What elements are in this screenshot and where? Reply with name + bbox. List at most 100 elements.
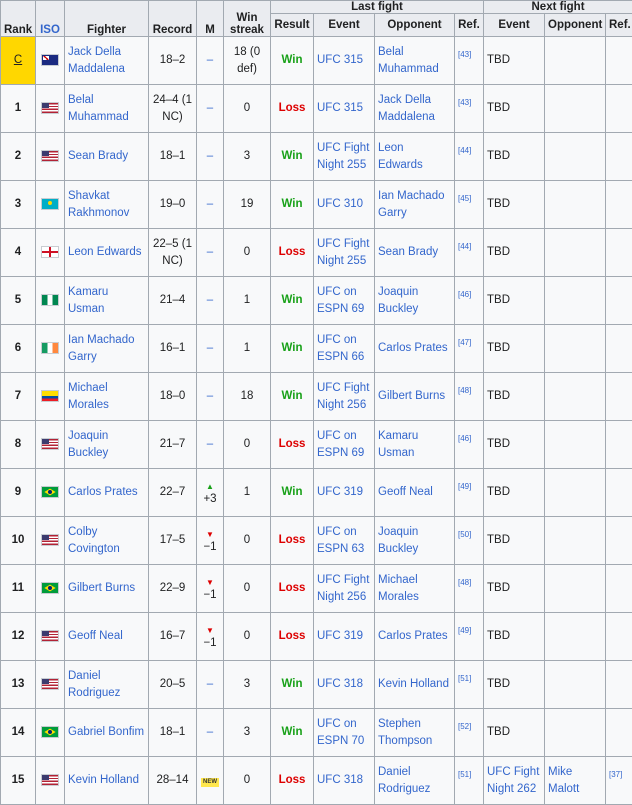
- opponent-link[interactable]: Sean Brady: [378, 246, 438, 258]
- opponent-link[interactable]: Jack Della Maddalena: [378, 94, 435, 123]
- win-streak-cell: 3: [224, 133, 271, 181]
- ref-link[interactable]: [43]: [458, 49, 471, 61]
- event-link[interactable]: UFC on ESPN 70: [317, 718, 364, 747]
- ref-link[interactable]: [51]: [458, 769, 471, 781]
- fighter-link[interactable]: Carlos Prates: [68, 486, 138, 498]
- movement-value: −1: [200, 589, 220, 602]
- fighter-link[interactable]: Belal Muhammad: [68, 94, 129, 123]
- event-link[interactable]: UFC Fight Night 256: [317, 574, 369, 603]
- event-link[interactable]: UFC 315: [317, 54, 363, 66]
- opponent-link[interactable]: Geoff Neal: [378, 486, 433, 498]
- win-streak-cell: 0: [224, 517, 271, 565]
- fighter-link[interactable]: Jack Della Maddalena: [68, 46, 125, 75]
- rank-value: 2: [15, 150, 21, 162]
- event-link[interactable]: UFC 310: [317, 198, 363, 210]
- ref-link[interactable]: [45]: [458, 193, 471, 205]
- event-link[interactable]: UFC 319: [317, 630, 363, 642]
- ref-link[interactable]: [47]: [458, 337, 471, 349]
- event-link[interactable]: UFC on ESPN 69: [317, 286, 364, 315]
- opponent-link[interactable]: Kevin Holland: [378, 678, 449, 690]
- opponent-link[interactable]: Michael Morales: [378, 574, 419, 603]
- header-iso[interactable]: ISO: [36, 1, 65, 37]
- header-next-ref[interactable]: Ref.: [606, 14, 632, 37]
- rank-value: 12: [12, 630, 25, 642]
- header-next-event[interactable]: Event: [484, 14, 545, 37]
- opponent-link[interactable]: Belal Muhammad: [378, 46, 439, 75]
- next-ref-link[interactable]: [37]: [609, 769, 622, 781]
- next-event-value[interactable]: UFC Fight Night 262: [487, 766, 539, 795]
- ref-link[interactable]: [50]: [458, 529, 471, 541]
- opponent-link[interactable]: Joaquin Buckley: [378, 286, 418, 315]
- header-rank[interactable]: Rank: [1, 1, 36, 37]
- event-cell: UFC Fight Night 255: [314, 133, 375, 181]
- fighter-link[interactable]: Gilbert Burns: [68, 582, 135, 594]
- flag-icon: [41, 390, 59, 402]
- fighter-link[interactable]: Kamaru Usman: [68, 286, 108, 315]
- ref-cell: [52]: [455, 709, 484, 757]
- fighter-link[interactable]: Sean Brady: [68, 150, 128, 162]
- iso-cell: [36, 757, 65, 805]
- opponent-link[interactable]: Stephen Thompson: [378, 718, 432, 747]
- next-opponent-cell: [545, 85, 606, 133]
- opponent-link[interactable]: Carlos Prates: [378, 342, 448, 354]
- fighter-link[interactable]: Gabriel Bonfim: [68, 726, 144, 738]
- opponent-link[interactable]: Carlos Prates: [378, 630, 448, 642]
- ref-cell: [44]: [455, 133, 484, 181]
- opponent-link[interactable]: Daniel Rodriguez: [378, 766, 430, 795]
- next-event-cell: TBD: [484, 85, 545, 133]
- ref-link[interactable]: [48]: [458, 385, 471, 397]
- fighter-link[interactable]: Daniel Rodriguez: [68, 670, 120, 699]
- fighter-link[interactable]: Geoff Neal: [68, 630, 123, 642]
- ref-link[interactable]: [48]: [458, 577, 471, 589]
- ref-link[interactable]: [46]: [458, 433, 471, 445]
- win-streak-cell: 19: [224, 181, 271, 229]
- header-win-streak[interactable]: Win streak: [224, 1, 271, 37]
- header-fighter[interactable]: Fighter: [65, 1, 149, 37]
- header-opponent[interactable]: Opponent: [375, 14, 455, 37]
- fighter-link[interactable]: Shavkat Rakhmonov: [68, 190, 129, 219]
- header-event[interactable]: Event: [314, 14, 375, 37]
- fighter-link[interactable]: Colby Covington: [68, 526, 120, 555]
- next-opponent-link[interactable]: Mike Malott: [548, 766, 579, 795]
- event-link[interactable]: UFC on ESPN 66: [317, 334, 364, 363]
- ref-link[interactable]: [52]: [458, 721, 471, 733]
- ref-link[interactable]: [49]: [458, 481, 471, 493]
- win-streak-cell: 18 (0 def): [224, 37, 271, 85]
- event-link[interactable]: UFC Fight Night 256: [317, 382, 369, 411]
- fighter-cell: Jack Della Maddalena: [65, 37, 149, 85]
- header-movement[interactable]: M: [197, 1, 224, 37]
- fighter-link[interactable]: Michael Morales: [68, 382, 109, 411]
- ref-cell: [48]: [455, 373, 484, 421]
- event-link[interactable]: UFC on ESPN 69: [317, 430, 364, 459]
- ref-cell: [43]: [455, 37, 484, 85]
- opponent-link[interactable]: Ian Machado Garry: [378, 190, 445, 219]
- iso-link[interactable]: ISO: [40, 24, 60, 36]
- fighter-link[interactable]: Ian Machado Garry: [68, 334, 135, 363]
- opponent-link[interactable]: Gilbert Burns: [378, 390, 445, 402]
- header-record[interactable]: Record: [149, 1, 197, 37]
- event-link[interactable]: UFC 318: [317, 678, 363, 690]
- opponent-link[interactable]: Kamaru Usman: [378, 430, 418, 459]
- ref-link[interactable]: [43]: [458, 97, 471, 109]
- header-result[interactable]: Result: [271, 14, 314, 37]
- event-link[interactable]: UFC 319: [317, 486, 363, 498]
- opponent-cell: Belal Muhammad: [375, 37, 455, 85]
- event-link[interactable]: UFC Fight Night 255: [317, 142, 369, 171]
- header-ref[interactable]: Ref.: [455, 14, 484, 37]
- result-value: Loss: [279, 582, 306, 594]
- opponent-link[interactable]: Joaquin Buckley: [378, 526, 418, 555]
- ref-link[interactable]: [44]: [458, 241, 471, 253]
- fighter-link[interactable]: Kevin Holland: [68, 774, 139, 786]
- event-link[interactable]: UFC on ESPN 63: [317, 526, 364, 555]
- event-link[interactable]: UFC 315: [317, 102, 363, 114]
- ref-link[interactable]: [49]: [458, 625, 471, 637]
- event-link[interactable]: UFC Fight Night 255: [317, 238, 369, 267]
- ref-link[interactable]: [44]: [458, 145, 471, 157]
- opponent-cell: Joaquin Buckley: [375, 277, 455, 325]
- fighter-link[interactable]: Joaquin Buckley: [68, 430, 108, 459]
- ref-link[interactable]: [46]: [458, 289, 471, 301]
- fighter-link[interactable]: Leon Edwards: [68, 246, 142, 258]
- header-next-opponent[interactable]: Opponent: [545, 14, 606, 37]
- opponent-link[interactable]: Leon Edwards: [378, 142, 423, 171]
- event-link[interactable]: UFC 318: [317, 774, 363, 786]
